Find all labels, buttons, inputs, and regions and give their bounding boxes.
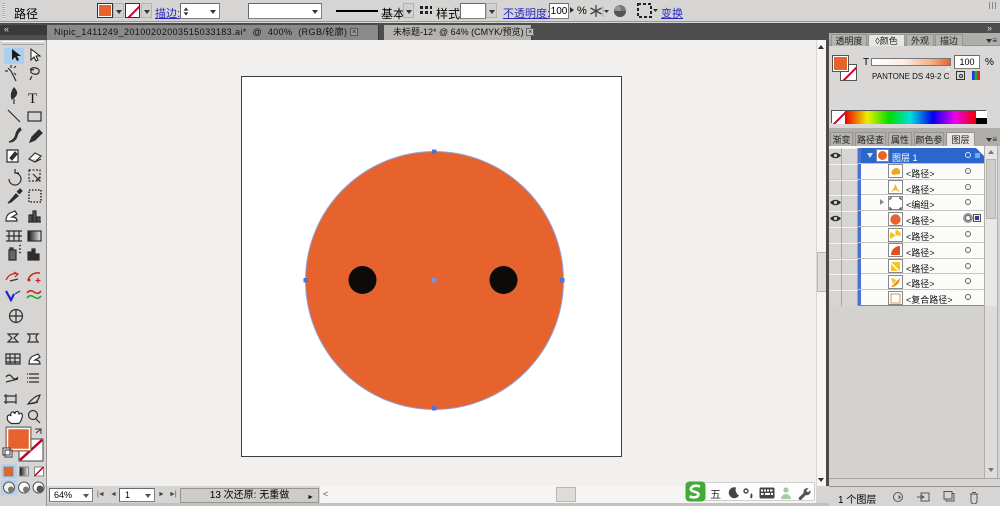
svg-text:T: T	[28, 91, 37, 107]
